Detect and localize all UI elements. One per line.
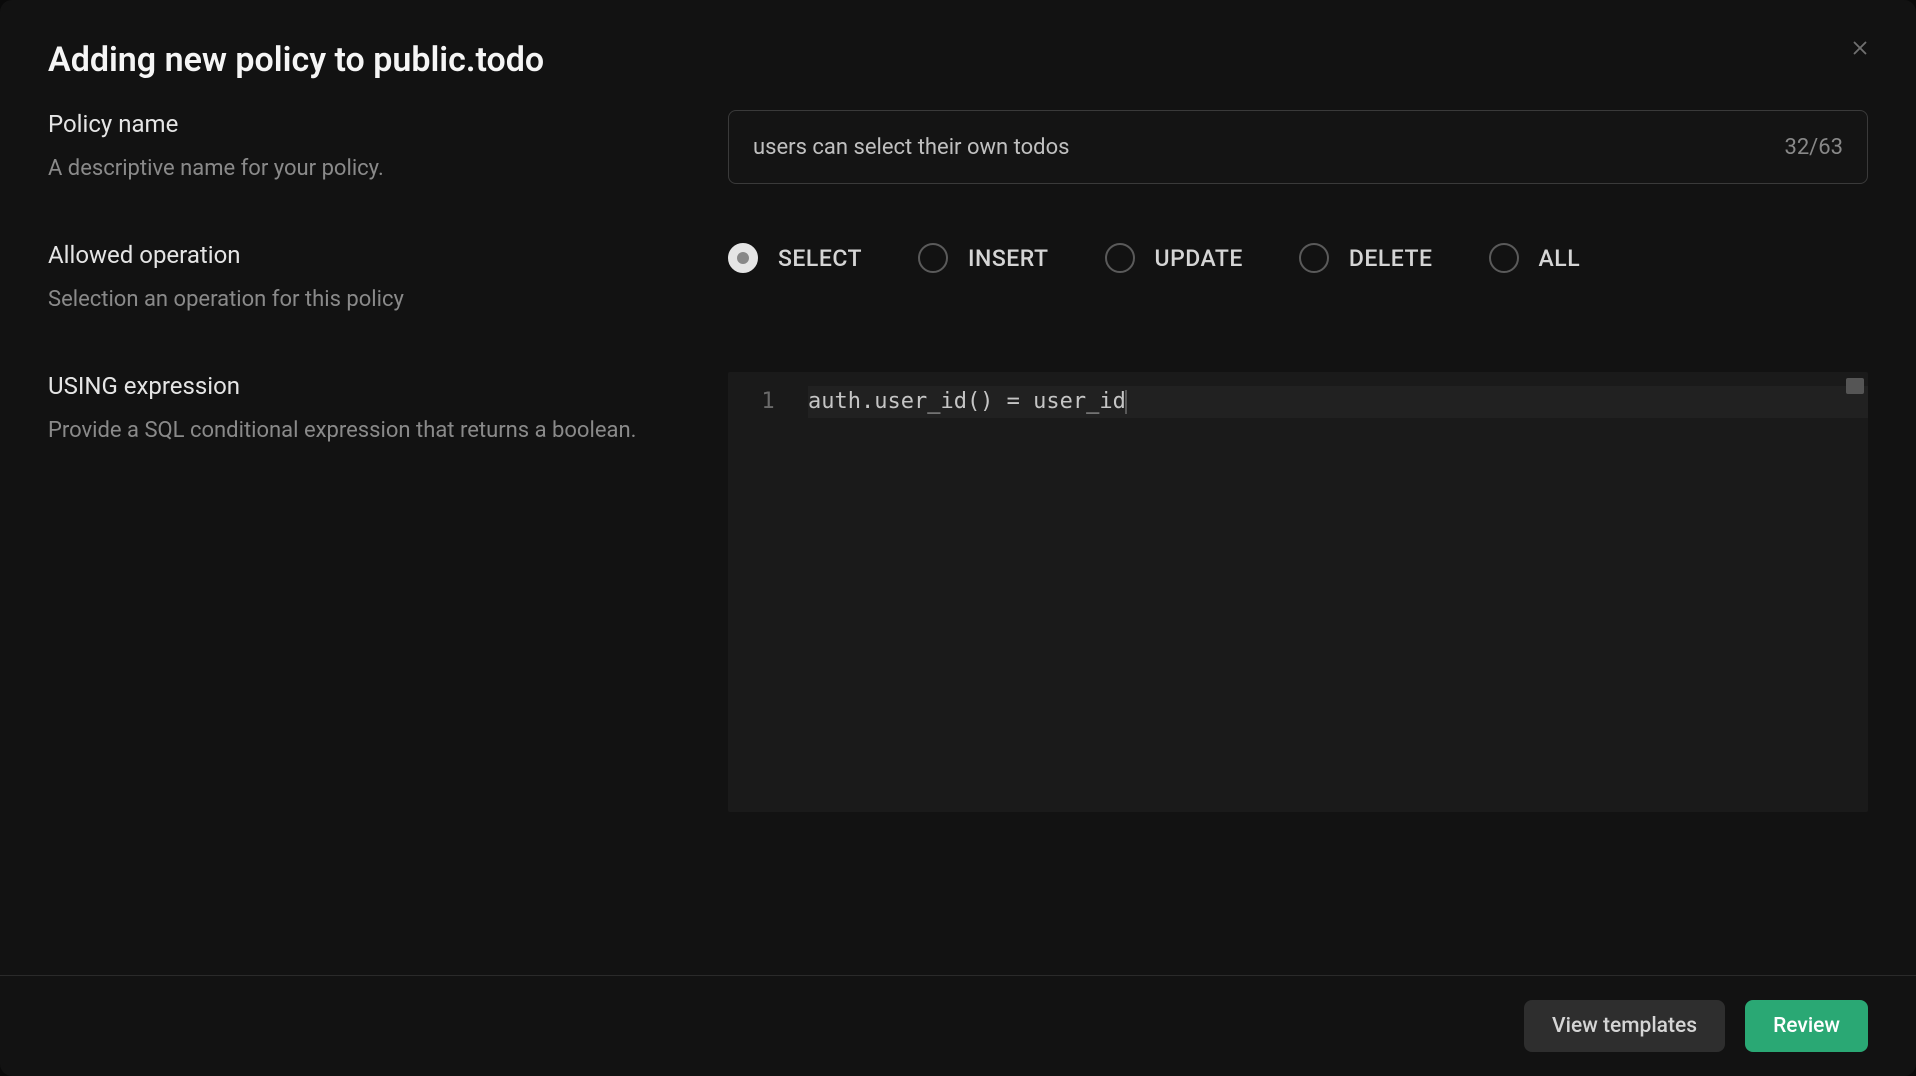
radio-label: UPDATE [1155,245,1243,272]
policy-name-input-wrapper: 32/63 [728,110,1868,184]
code-gutter: 1 [728,372,808,812]
radio-label: INSERT [968,245,1048,272]
policy-modal: Adding new policy to public.todo Policy … [0,0,1916,1076]
modal-title: Adding new policy to public.todo [48,40,1868,80]
radio-label: ALL [1539,245,1581,272]
modal-header: Adding new policy to public.todo [0,0,1916,110]
operation-radio-all[interactable]: ALL [1489,243,1581,273]
modal-footer: View templates Review [0,975,1916,1076]
policy-name-description: A descriptive name for your policy. [48,152,688,185]
allowed-operation-label-col: Allowed operation Selection an operation… [48,241,688,316]
using-expression-label: USING expression [48,372,688,400]
line-number: 1 [728,386,808,418]
allowed-operation-label: Allowed operation [48,241,688,269]
close-button[interactable] [1844,32,1876,64]
using-expression-label-col: USING expression Provide a SQL condition… [48,372,688,812]
policy-name-counter: 32/63 [1784,135,1843,160]
policy-name-input-col: 32/63 [728,110,1868,185]
radio-circle-icon [918,243,948,273]
sql-code-editor[interactable]: 1 auth.user_id() = user_id [728,372,1868,812]
operation-radio-update[interactable]: UPDATE [1105,243,1243,273]
using-expression-description: Provide a SQL conditional expression tha… [48,414,688,447]
using-expression-input-col: 1 auth.user_id() = user_id [728,372,1868,812]
text-cursor [1125,390,1127,414]
operation-radio-insert[interactable]: INSERT [918,243,1048,273]
allowed-operation-input-col: SELECT INSERT UPDATE DELETE ALL [728,241,1868,316]
operation-radio-select[interactable]: SELECT [728,243,862,273]
review-button[interactable]: Review [1745,1000,1868,1052]
policy-name-input[interactable] [753,135,1768,160]
radio-circle-icon [728,243,758,273]
policy-name-label-col: Policy name A descriptive name for your … [48,110,688,185]
policy-name-row: Policy name A descriptive name for your … [48,110,1868,185]
modal-body: Policy name A descriptive name for your … [0,110,1916,975]
operation-radio-delete[interactable]: DELETE [1299,243,1433,273]
allowed-operation-row: Allowed operation Selection an operation… [48,241,1868,316]
radio-label: SELECT [778,245,862,272]
close-icon [1849,37,1871,59]
policy-name-label: Policy name [48,110,688,138]
operation-radio-group: SELECT INSERT UPDATE DELETE ALL [728,241,1868,273]
using-expression-row: USING expression Provide a SQL condition… [48,372,1868,812]
radio-circle-icon [1299,243,1329,273]
code-line[interactable]: auth.user_id() = user_id [808,386,1868,418]
editor-scrollbar[interactable] [1846,378,1864,394]
radio-label: DELETE [1349,245,1433,272]
allowed-operation-description: Selection an operation for this policy [48,283,688,316]
view-templates-button[interactable]: View templates [1524,1000,1725,1052]
code-content[interactable]: auth.user_id() = user_id [808,372,1868,812]
radio-circle-icon [1105,243,1135,273]
radio-circle-icon [1489,243,1519,273]
